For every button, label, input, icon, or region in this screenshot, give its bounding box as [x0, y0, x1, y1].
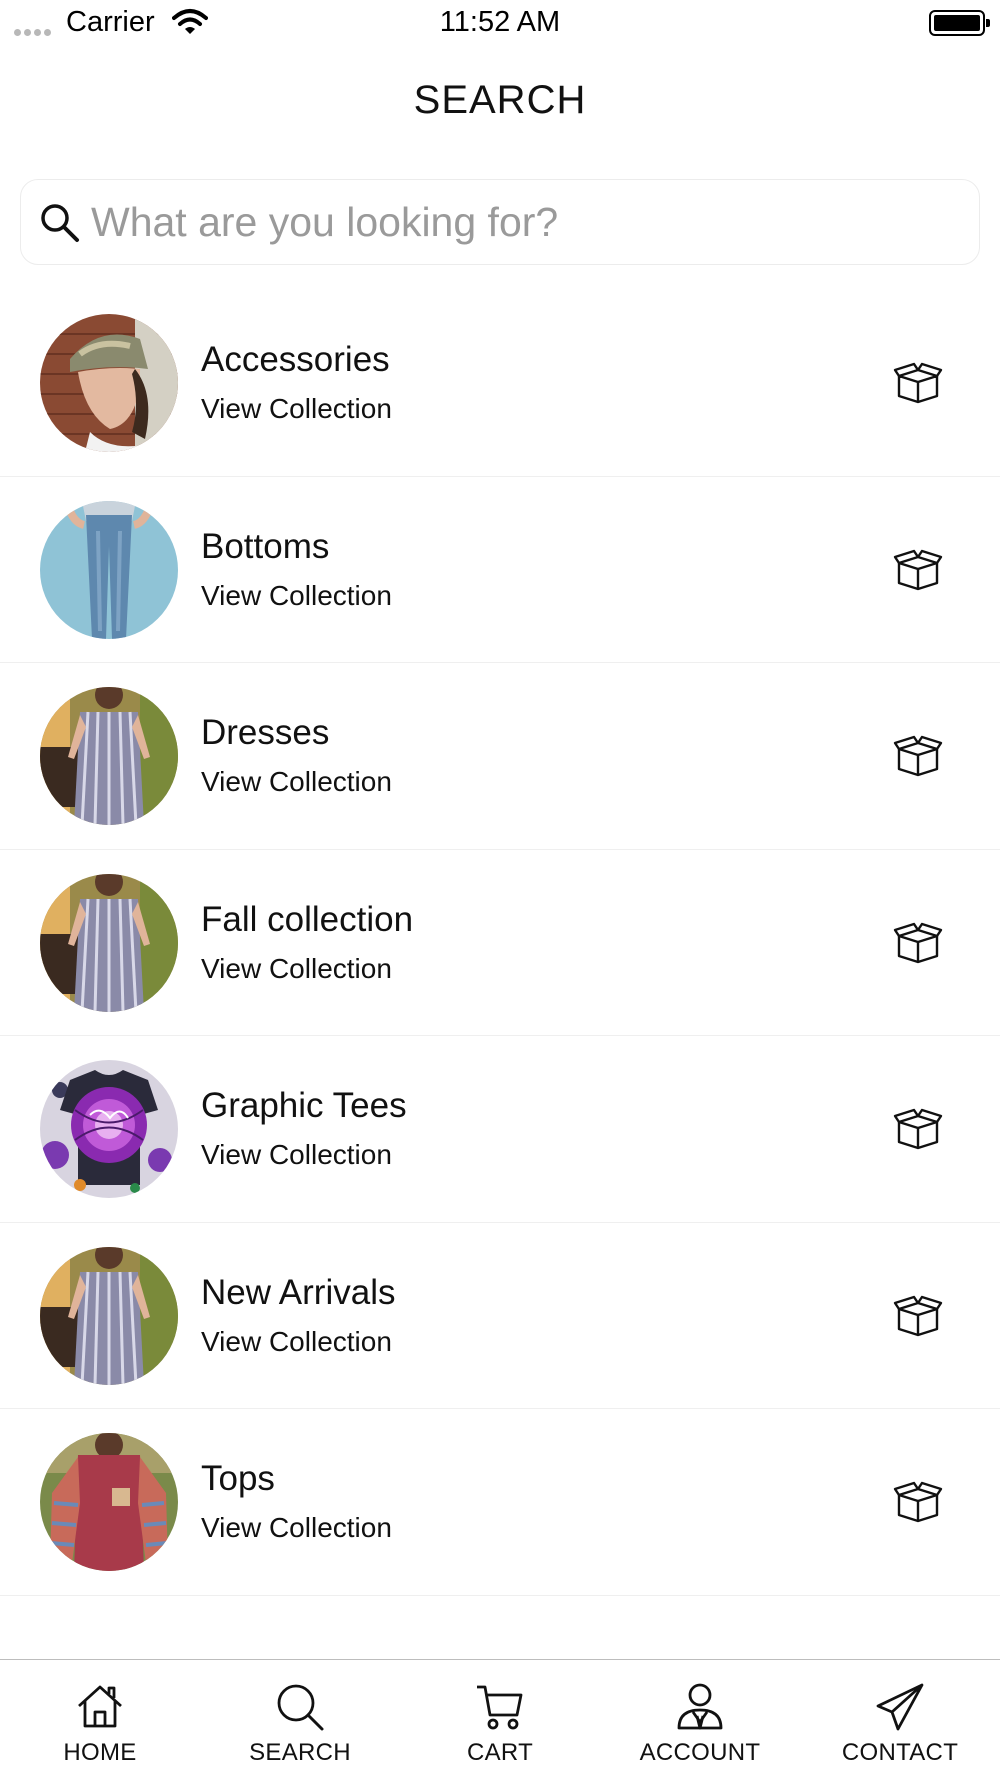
view-collection-link[interactable]: View Collection: [201, 766, 392, 798]
account-icon: [677, 1683, 723, 1730]
collection-row-graphic-tees[interactable]: Graphic Tees View Collection: [0, 1036, 1000, 1223]
cart-icon: [477, 1685, 523, 1730]
paper-plane-icon: [876, 1683, 924, 1731]
collection-thumbnail: [40, 314, 178, 452]
view-collection-link[interactable]: View Collection: [201, 580, 392, 612]
collection-row-accessories[interactable]: Accessories View Collection: [0, 290, 1000, 477]
gift-box-icon: [893, 1295, 943, 1336]
collection-title: Fall collection: [201, 899, 414, 939]
collection-thumbnail: [40, 500, 178, 639]
view-collection-link[interactable]: View Collection: [201, 953, 392, 985]
tab-account[interactable]: ACCOUNT: [600, 1660, 800, 1778]
collection-thumbnail: [40, 1060, 178, 1198]
collection-thumbnail: [40, 687, 178, 825]
page-title: SEARCH: [413, 78, 587, 122]
tab-label: ACCOUNT: [639, 1739, 761, 1766]
tab-search[interactable]: SEARCH: [200, 1660, 400, 1778]
tab-label: HOME: [63, 1739, 137, 1766]
status-bar: Carrier 11:52 AM: [0, 0, 1000, 50]
collection-row-tops[interactable]: Tops View Collection: [0, 1409, 1000, 1596]
search-bar[interactable]: [20, 179, 980, 265]
gift-box-icon: [893, 1108, 943, 1150]
home-icon: [78, 1685, 122, 1728]
gift-box-icon: [893, 735, 943, 777]
tab-label: CONTACT: [841, 1739, 959, 1766]
collection-title: Tops: [201, 1459, 275, 1498]
collection-title: Accessories: [201, 340, 390, 379]
view-collection-link[interactable]: View Collection: [201, 393, 392, 425]
tab-cart[interactable]: CART: [400, 1660, 600, 1778]
tab-contact[interactable]: CONTACT: [800, 1660, 1000, 1778]
tab-home[interactable]: HOME: [0, 1660, 200, 1778]
collection-row-new-arrivals[interactable]: New Arrivals View Collection: [0, 1223, 1000, 1409]
view-collection-link[interactable]: View Collection: [201, 1139, 392, 1171]
tab-bar: HOME SEARCH CART ACCOUNT CONTACT: [0, 1659, 1000, 1778]
gift-box-icon: [893, 362, 943, 404]
collection-thumbnail: [40, 1433, 178, 1571]
search-input[interactable]: [91, 192, 961, 252]
view-collection-link[interactable]: View Collection: [201, 1512, 392, 1544]
collection-title: Dresses: [201, 713, 330, 752]
search-icon: [277, 1684, 324, 1731]
search-icon: [41, 204, 79, 242]
collection-title: New Arrivals: [201, 1272, 396, 1312]
clock: 11:52 AM: [439, 6, 561, 38]
gift-box-icon: [893, 549, 943, 590]
collection-row-dresses[interactable]: Dresses View Collection: [0, 663, 1000, 850]
collection-row-fall-collection[interactable]: Fall collection View Collection: [0, 850, 1000, 1036]
battery-icon: [929, 10, 990, 36]
gift-box-icon: [893, 922, 943, 963]
tab-label: CART: [466, 1739, 534, 1766]
tab-label: SEARCH: [249, 1739, 351, 1766]
collection-list: Accessories View Collection Bottoms View…: [0, 290, 1000, 1596]
view-collection-link[interactable]: View Collection: [201, 1326, 392, 1358]
collection-thumbnail: [40, 873, 178, 1012]
gift-box-icon: [893, 1481, 943, 1523]
collection-title: Bottoms: [201, 526, 330, 566]
collection-title: Graphic Tees: [201, 1086, 407, 1125]
collection-thumbnail: [40, 1246, 178, 1385]
collection-row-bottoms[interactable]: Bottoms View Collection: [0, 477, 1000, 663]
